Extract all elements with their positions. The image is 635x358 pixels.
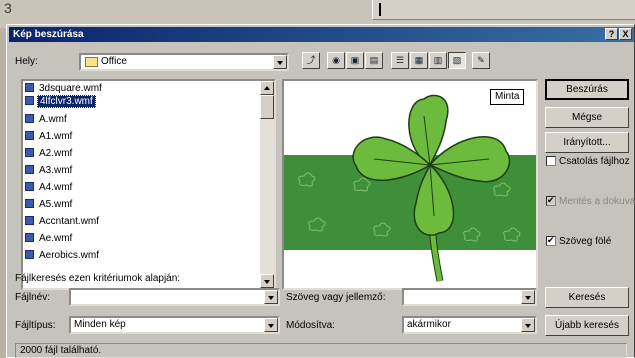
new-search-button[interactable]: Újabb keresés: [545, 315, 629, 336]
modified-combo[interactable]: akármikor: [402, 316, 537, 334]
chevron-down-icon[interactable]: [521, 318, 535, 332]
new-folder-icon[interactable]: ▣: [346, 52, 364, 69]
chevron-down-icon[interactable]: [273, 55, 287, 69]
list-item[interactable]: A3.wmf: [25, 165, 74, 178]
folder-icon: [85, 57, 98, 67]
wmf-file-icon: [25, 182, 34, 191]
list-item[interactable]: Accntant.wmf: [25, 216, 101, 229]
insert-button[interactable]: Beszúrás: [545, 79, 629, 100]
chevron-down-icon[interactable]: [264, 318, 278, 332]
preview-pane: Minta: [282, 79, 538, 290]
filename-label: Fájlnév:: [15, 292, 51, 303]
page-number: 3: [4, 0, 12, 16]
title-bar: Kép beszúrása ? X: [9, 27, 634, 42]
cancel-button[interactable]: Mégse: [545, 107, 629, 128]
checkbox-label: Csatolás fájlhoz: [559, 156, 630, 167]
search-button[interactable]: Keresés: [545, 287, 629, 308]
list-item[interactable]: A2.wmf: [25, 148, 74, 161]
details-view-icon[interactable]: ▦: [410, 52, 428, 69]
modified-value: akármikor: [407, 319, 451, 330]
checkbox-label: Szöveg fölé: [559, 236, 612, 247]
location-value: Office: [101, 56, 127, 67]
wmf-file-icon: [25, 114, 34, 123]
scroll-down-icon[interactable]: [260, 274, 274, 288]
filetype-value: Minden kép: [74, 319, 126, 330]
chevron-down-icon[interactable]: [264, 290, 278, 304]
scroll-thumb[interactable]: [260, 95, 274, 119]
wmf-file-icon: [25, 233, 34, 242]
wmf-file-icon: [25, 165, 34, 174]
location-combo[interactable]: Office: [79, 53, 289, 71]
favorites-icon[interactable]: ✎: [472, 52, 490, 69]
wmf-file-icon: [25, 83, 34, 92]
list-item[interactable]: A1.wmf: [25, 131, 74, 144]
advanced-button[interactable]: Irányított...: [545, 132, 629, 153]
commands-icon[interactable]: ▤: [365, 52, 383, 69]
list-view-icon[interactable]: ☰: [391, 52, 409, 69]
wmf-file-icon: [25, 131, 34, 140]
checkbox-label: Mentés a dokuval: [559, 196, 635, 207]
checkbox-box: [546, 195, 556, 206]
wmf-file-icon: [25, 148, 34, 157]
checkbox-box[interactable]: [546, 235, 556, 246]
filename-combo[interactable]: [69, 288, 280, 306]
list-item[interactable]: A4.wmf: [25, 182, 74, 195]
list-item[interactable]: Ae.wmf: [25, 233, 74, 246]
chevron-down-icon[interactable]: [521, 290, 535, 304]
wmf-file-icon: [25, 216, 34, 225]
text-property-combo[interactable]: [402, 288, 537, 306]
background-panel: [372, 0, 635, 20]
search-heading: Fájlkeresés ezen kritériumok alapján:: [15, 273, 181, 284]
status-bar: 2000 fájl található.: [15, 343, 627, 358]
dialog-title: Kép beszúrása: [13, 29, 84, 40]
close-button[interactable]: X: [619, 28, 632, 40]
scroll-up-icon[interactable]: [260, 81, 274, 95]
list-item-selected[interactable]: 4lfclvr3.wmf: [25, 95, 96, 109]
text-cursor: [379, 3, 381, 16]
properties-view-icon[interactable]: ▥: [429, 52, 447, 69]
list-item[interactable]: Aerobics.wmf: [25, 250, 101, 263]
file-list-scrollbar[interactable]: [260, 81, 274, 288]
filetype-label: Fájltípus:: [15, 320, 56, 331]
wmf-file-icon: [25, 199, 34, 208]
preview-label: Minta: [490, 89, 525, 105]
wmf-file-icon: [25, 96, 34, 105]
location-label: Hely:: [15, 56, 38, 67]
preview-view-icon[interactable]: ▧: [448, 52, 466, 69]
filetype-combo[interactable]: Minden kép: [69, 316, 280, 334]
modified-label: Módosítva:: [286, 320, 335, 331]
file-list[interactable]: 3dsquare.wmf 4lfclvr3.wmf A.wmf A1.wmf A…: [21, 79, 276, 290]
up-folder-icon[interactable]: ⤴: [302, 52, 320, 69]
list-item[interactable]: A.wmf: [25, 114, 69, 127]
checkbox-box[interactable]: [546, 156, 556, 166]
wmf-file-icon: [25, 250, 34, 259]
four-leaf-clover-preview: [284, 81, 536, 288]
help-button[interactable]: ?: [605, 28, 618, 40]
list-item[interactable]: A5.wmf: [25, 199, 74, 212]
insert-picture-dialog: Kép beszúrása ? X Hely: Office ⤴ ◉ ▣ ▤ ☰…: [6, 24, 635, 358]
search-web-icon[interactable]: ◉: [327, 52, 345, 69]
text-property-label: Szöveg vagy jellemző:: [286, 292, 386, 303]
